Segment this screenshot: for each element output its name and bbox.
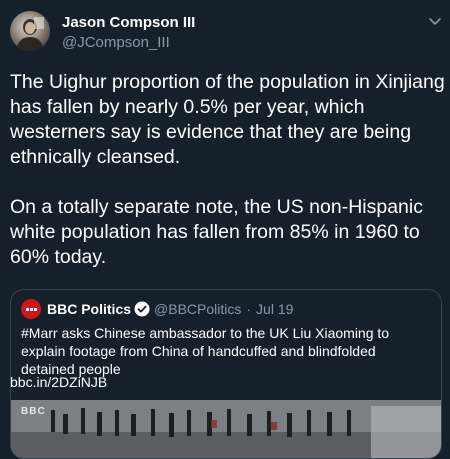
bbc-logo-icon bbox=[21, 299, 41, 319]
bbc-watermark: BBC bbox=[21, 406, 46, 417]
quoted-tweet-header: BBC Politics @BBCPolitics · Jul 19 bbox=[21, 299, 293, 319]
quoted-handle[interactable]: @BBCPolitics bbox=[154, 301, 241, 317]
quoted-display-name[interactable]: BBC Politics bbox=[47, 301, 131, 317]
user-handle[interactable]: @JCompson_III bbox=[62, 34, 170, 51]
thumbnail-scene bbox=[11, 400, 441, 458]
separator-dot: · bbox=[246, 301, 252, 317]
quoted-video-thumbnail[interactable]: BBC bbox=[11, 400, 441, 458]
tweet-paragraph: On a totally separate note, the US non-H… bbox=[10, 196, 423, 268]
quoted-tweet-text: #Marr asks Chinese ambassador to the UK … bbox=[21, 325, 390, 377]
user-avatar[interactable] bbox=[10, 11, 50, 51]
tweet-text: The Uighur proportion of the population … bbox=[10, 70, 446, 270]
quoted-tweet-link[interactable]: bbc.in/2DZiNJB bbox=[10, 374, 107, 390]
display-name[interactable]: Jason Compson III bbox=[62, 14, 195, 31]
verified-badge-icon bbox=[134, 301, 150, 317]
quoted-date[interactable]: Jul 19 bbox=[256, 301, 293, 317]
tweet: Jason Compson III @JCompson_III The Uigh… bbox=[0, 0, 450, 459]
tweet-paragraph: The Uighur proportion of the population … bbox=[10, 71, 445, 168]
chevron-down-icon[interactable] bbox=[428, 14, 442, 28]
avatar-photo bbox=[16, 17, 44, 51]
